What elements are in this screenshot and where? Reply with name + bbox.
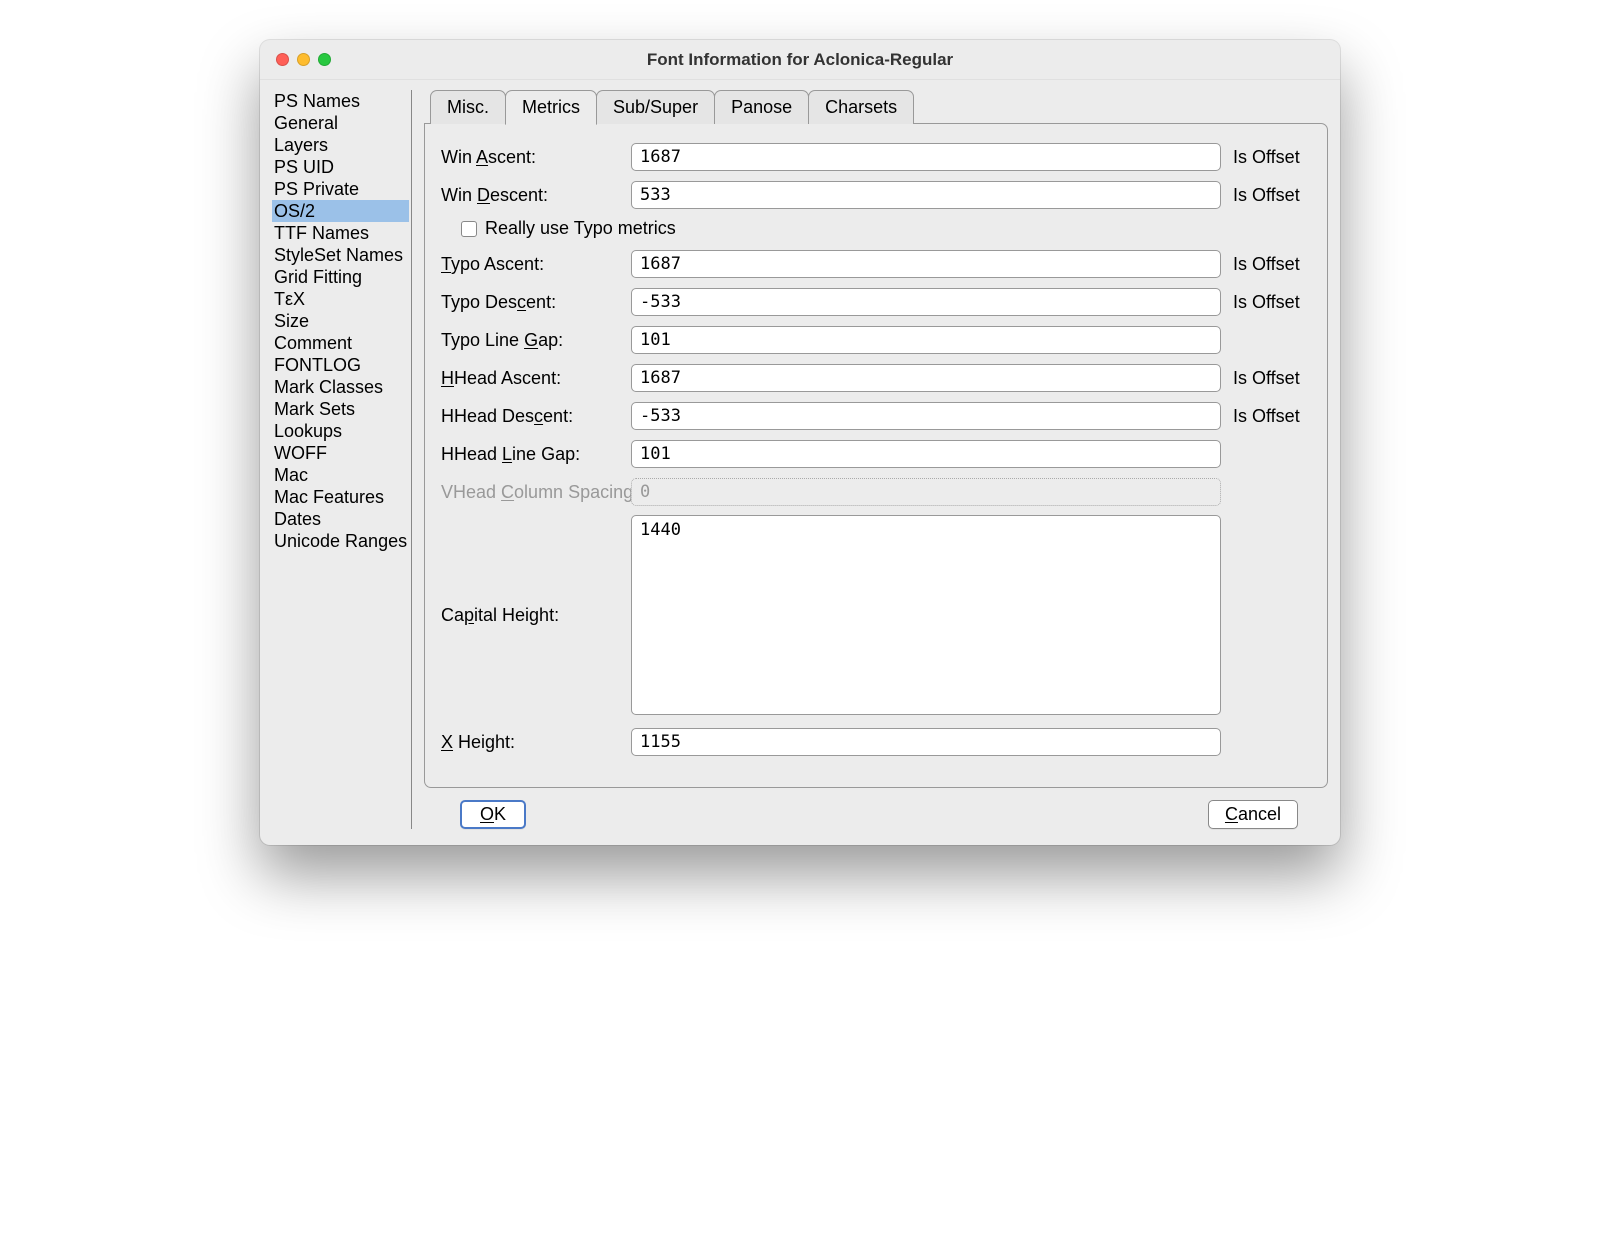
row-hhead-ascent: HHead Ascent: Is Offset [441,363,1311,393]
input-typo-linegap[interactable] [631,326,1221,354]
offset-win-ascent[interactable]: Is Offset [1221,147,1311,168]
row-win-ascent: Win Ascent: Is Offset [441,142,1311,172]
label-hhead-ascent: HHead Ascent: [441,368,631,389]
sidebar-item-mark-sets[interactable]: Mark Sets [272,398,409,420]
sidebar-item-unicode-ranges[interactable]: Unicode Ranges [272,530,409,552]
label-win-ascent: Win Ascent: [441,147,631,168]
label-hhead-linegap: HHead Line Gap: [441,444,631,465]
tab-sub-super[interactable]: Sub/Super [596,90,715,124]
row-capital-height: Capital Height: [441,515,1311,715]
sidebar-item-size[interactable]: Size [272,310,409,332]
label-x-height: X Height: [441,732,631,753]
sidebar-item-layers[interactable]: Layers [272,134,409,156]
sidebar-item-lookups[interactable]: Lookups [272,420,409,442]
sidebar-item-styleset-names[interactable]: StyleSet Names [272,244,409,266]
row-really-use-typo[interactable]: Really use Typo metrics [461,218,1311,239]
sidebar-item-woff[interactable]: WOFF [272,442,409,464]
input-win-descent[interactable] [631,181,1221,209]
ok-button[interactable]: OK [460,800,526,829]
tabs-wrap: Misc.MetricsSub/SuperPanoseCharsets Win … [424,90,1328,788]
tab-metrics[interactable]: Metrics [505,90,597,125]
row-typo-ascent: Typo Ascent: Is Offset [441,249,1311,279]
checkbox-really-use-typo[interactable] [461,221,477,237]
offset-hhead-descent[interactable]: Is Offset [1221,406,1311,427]
sidebar-item-mac[interactable]: Mac [272,464,409,486]
dialog-footer: OK Cancel [424,788,1328,829]
row-hhead-linegap: HHead Line Gap: [441,439,1311,469]
tab-panel-metrics: Win Ascent: Is Offset Win Descent: Is Of… [424,123,1328,788]
sidebar-item-mark-classes[interactable]: Mark Classes [272,376,409,398]
sidebar-item-grid-fitting[interactable]: Grid Fitting [272,266,409,288]
offset-typo-ascent[interactable]: Is Offset [1221,254,1311,275]
input-hhead-ascent[interactable] [631,364,1221,392]
label-vhead-colspacing: VHead Column Spacing: [441,482,631,503]
dialog-window: Font Information for Aclonica-Regular PS… [260,40,1340,845]
main-panel: Misc.MetricsSub/SuperPanoseCharsets Win … [412,90,1328,829]
offset-win-descent[interactable]: Is Offset [1221,185,1311,206]
sidebar-item-os-2[interactable]: OS/2 [272,200,409,222]
offset-typo-descent[interactable]: Is Offset [1221,292,1311,313]
cancel-button[interactable]: Cancel [1208,800,1298,829]
sidebar-item-comment[interactable]: Comment [272,332,409,354]
sidebar-item-ttf-names[interactable]: TTF Names [272,222,409,244]
sidebar: PS NamesGeneralLayersPS UIDPS PrivateOS/… [272,90,412,829]
sidebar-item-t-x[interactable]: TεX [272,288,409,310]
spacer [1221,515,1311,715]
row-typo-linegap: Typo Line Gap: [441,325,1311,355]
sidebar-item-dates[interactable]: Dates [272,508,409,530]
sidebar-item-ps-names[interactable]: PS Names [272,90,409,112]
sidebar-item-general[interactable]: General [272,112,409,134]
tab-charsets[interactable]: Charsets [808,90,914,124]
row-vhead-colspacing: VHead Column Spacing: [441,477,1311,507]
label-typo-ascent: Typo Ascent: [441,254,631,275]
row-hhead-descent: HHead Descent: Is Offset [441,401,1311,431]
label-capital-height: Capital Height: [441,515,631,715]
sidebar-item-fontlog[interactable]: FONTLOG [272,354,409,376]
titlebar: Font Information for Aclonica-Regular [260,40,1340,80]
label-win-descent: Win Descent: [441,185,631,206]
row-typo-descent: Typo Descent: Is Offset [441,287,1311,317]
sidebar-item-ps-private[interactable]: PS Private [272,178,409,200]
tabs: Misc.MetricsSub/SuperPanoseCharsets [430,90,1328,124]
input-hhead-linegap[interactable] [631,440,1221,468]
offset-hhead-ascent[interactable]: Is Offset [1221,368,1311,389]
tab-panose[interactable]: Panose [714,90,809,124]
input-typo-ascent[interactable] [631,250,1221,278]
label-typo-linegap: Typo Line Gap: [441,330,631,351]
input-typo-descent[interactable] [631,288,1221,316]
row-win-descent: Win Descent: Is Offset [441,180,1311,210]
content: PS NamesGeneralLayersPS UIDPS PrivateOS/… [260,80,1340,845]
input-hhead-descent[interactable] [631,402,1221,430]
label-hhead-descent: HHead Descent: [441,406,631,427]
input-vhead-colspacing [631,478,1221,506]
label-typo-descent: Typo Descent: [441,292,631,313]
tab-misc-[interactable]: Misc. [430,90,506,124]
sidebar-item-ps-uid[interactable]: PS UID [272,156,409,178]
row-x-height: X Height: [441,727,1311,757]
label-really-use-typo: Really use Typo metrics [485,218,676,239]
input-win-ascent[interactable] [631,143,1221,171]
input-x-height[interactable] [631,728,1221,756]
sidebar-item-mac-features[interactable]: Mac Features [272,486,409,508]
input-capital-height[interactable] [631,515,1221,715]
window-title: Font Information for Aclonica-Regular [260,50,1340,70]
